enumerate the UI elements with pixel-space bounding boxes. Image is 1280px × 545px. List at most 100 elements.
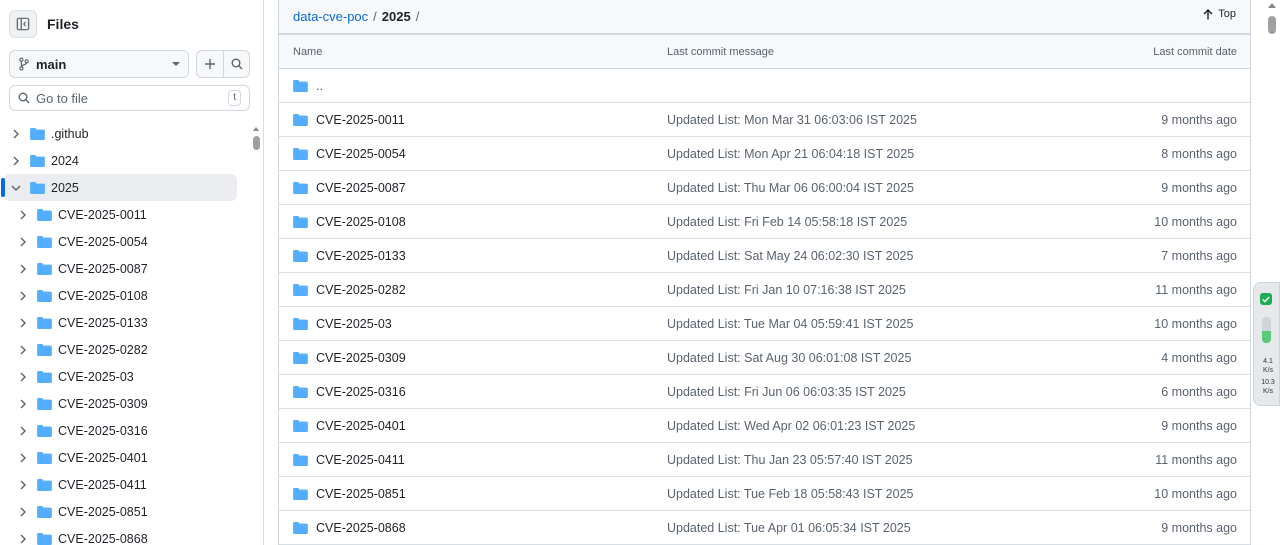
- tree-item[interactable]: CVE-2025-0133: [0, 309, 250, 336]
- name-cell: CVE-2025-0108: [279, 215, 667, 229]
- folder-link[interactable]: CVE-2025-0133: [316, 249, 406, 263]
- tree-toggle[interactable]: [17, 317, 29, 329]
- folder-icon: [37, 532, 52, 545]
- tree-item[interactable]: CVE-2025-0401: [0, 444, 250, 471]
- folder-icon: [37, 208, 52, 221]
- tree-item[interactable]: 2025: [1, 174, 237, 201]
- table-row[interactable]: CVE-2025-0309 Updated List: Sat Aug 30 06…: [279, 341, 1250, 375]
- tree-toggle[interactable]: [17, 425, 29, 437]
- sidebar-scrollbar-thumb[interactable]: [252, 136, 260, 150]
- commit-message-link[interactable]: Updated List: Tue Apr 01 06:05:34 IST 20…: [667, 521, 1087, 535]
- tree-item[interactable]: CVE-2025-0282: [0, 336, 250, 363]
- tree-item[interactable]: CVE-2025-03: [0, 363, 250, 390]
- commit-message-link[interactable]: Updated List: Mon Apr 21 06:04:18 IST 20…: [667, 147, 1087, 161]
- parent-directory-link[interactable]: ..: [316, 79, 323, 93]
- folder-link[interactable]: CVE-2025-0316: [316, 385, 406, 399]
- folder-link[interactable]: CVE-2025-0087: [316, 181, 406, 195]
- table-row[interactable]: CVE-2025-0054 Updated List: Mon Apr 21 06…: [279, 137, 1250, 171]
- tree-item[interactable]: CVE-2025-0851: [0, 498, 250, 525]
- table-row[interactable]: CVE-2025-03 Updated List: Tue Mar 04 05:5…: [279, 307, 1250, 341]
- commit-message-link[interactable]: Updated List: Fri Feb 14 05:58:18 IST 20…: [667, 215, 1087, 229]
- page-scrollbar[interactable]: [1264, 0, 1280, 545]
- commit-message-link[interactable]: Updated List: Thu Mar 06 06:00:04 IST 20…: [667, 181, 1087, 195]
- folder-link[interactable]: CVE-2025-0309: [316, 351, 406, 365]
- table-row[interactable]: CVE-2025-0087 Updated List: Thu Mar 06 06…: [279, 171, 1250, 205]
- table-row[interactable]: CVE-2025-0316 Updated List: Fri Jun 06 06…: [279, 375, 1250, 409]
- branch-selector-button[interactable]: main: [9, 50, 190, 78]
- collapse-sidebar-button[interactable]: [9, 10, 37, 38]
- table-row[interactable]: CVE-2025-0133 Updated List: Sat May 24 06…: [279, 239, 1250, 273]
- tree-toggle[interactable]: [17, 236, 29, 248]
- scroll-up-arrow-icon[interactable]: [1268, 3, 1276, 8]
- folder-link[interactable]: CVE-2025-0282: [316, 283, 406, 297]
- tree-toggle[interactable]: [10, 155, 22, 167]
- commit-message-link[interactable]: Updated List: Fri Jun 06 06:03:35 IST 20…: [667, 385, 1087, 399]
- table-row[interactable]: CVE-2025-0011 Updated List: Mon Mar 31 06…: [279, 103, 1250, 137]
- folder-link[interactable]: CVE-2025-0108: [316, 215, 406, 229]
- tree-toggle[interactable]: [17, 479, 29, 491]
- tree-toggle[interactable]: [17, 398, 29, 410]
- tree-toggle[interactable]: [17, 344, 29, 356]
- tree-toggle[interactable]: [17, 452, 29, 464]
- sidebar-toggle-icon: [16, 17, 30, 31]
- tree-item-label: CVE-2025-0868: [58, 531, 148, 545]
- search-files-button[interactable]: [223, 51, 249, 77]
- network-speed-widget[interactable]: 4.1 K/s 10.3 K/s: [1253, 282, 1280, 406]
- table-row[interactable]: CVE-2025-0851 Updated List: Tue Feb 18 05…: [279, 477, 1250, 511]
- tree-item[interactable]: CVE-2025-0087: [0, 255, 250, 282]
- commit-message-link[interactable]: Updated List: Sat May 24 06:02:30 IST 20…: [667, 249, 1087, 263]
- sidebar-scrollbar[interactable]: [252, 125, 260, 545]
- tree-item[interactable]: CVE-2025-0108: [0, 282, 250, 309]
- add-file-button[interactable]: [197, 51, 223, 77]
- breadcrumb-repo-link[interactable]: data-cve-poc: [293, 9, 368, 24]
- tree-item-label: .github: [51, 126, 89, 141]
- tree-toggle[interactable]: [17, 290, 29, 302]
- folder-link[interactable]: CVE-2025-0868: [316, 521, 406, 535]
- commit-message-link[interactable]: Updated List: Tue Mar 04 05:59:41 IST 20…: [667, 317, 1087, 331]
- table-rows: CVE-2025-0011 Updated List: Mon Mar 31 06…: [279, 103, 1250, 545]
- scroll-up-arrow-icon[interactable]: [253, 127, 259, 131]
- tree-item[interactable]: CVE-2025-0309: [0, 390, 250, 417]
- tree-item[interactable]: CVE-2025-0316: [0, 417, 250, 444]
- folder-link[interactable]: CVE-2025-0411: [316, 453, 405, 467]
- tree-toggle[interactable]: [17, 209, 29, 221]
- tree-toggle[interactable]: [17, 533, 29, 545]
- tree-toggle[interactable]: [10, 182, 22, 194]
- page-scrollbar-thumb[interactable]: [1268, 16, 1276, 34]
- table-row[interactable]: CVE-2025-0868 Updated List: Tue Apr 01 06…: [279, 511, 1250, 545]
- commit-message-link[interactable]: Updated List: Thu Jan 23 05:57:40 IST 20…: [667, 453, 1087, 467]
- tree-toggle[interactable]: [17, 506, 29, 518]
- name-cell: CVE-2025-0401: [279, 419, 667, 433]
- table-row[interactable]: CVE-2025-0411 Updated List: Thu Jan 23 05…: [279, 443, 1250, 477]
- chevron-right-icon: [13, 156, 19, 165]
- table-row[interactable]: CVE-2025-0282 Updated List: Fri Jan 10 07…: [279, 273, 1250, 307]
- back-to-top-button[interactable]: Top: [1203, 8, 1236, 20]
- commit-message-link[interactable]: Updated List: Wed Apr 02 06:01:23 IST 20…: [667, 419, 1087, 433]
- commit-message-link[interactable]: Updated List: Fri Jan 10 07:16:38 IST 20…: [667, 283, 1087, 297]
- folder-icon: [37, 316, 52, 329]
- folder-link[interactable]: CVE-2025-03: [316, 317, 392, 331]
- commit-message-link[interactable]: Updated List: Sat Aug 30 06:01:08 IST 20…: [667, 351, 1087, 365]
- parent-directory-row[interactable]: ..: [279, 69, 1250, 103]
- chevron-right-icon: [20, 426, 26, 435]
- tree-item[interactable]: CVE-2025-0011: [0, 201, 250, 228]
- folder-link[interactable]: CVE-2025-0011: [316, 113, 405, 127]
- tree-item[interactable]: 2024: [0, 147, 250, 174]
- tree-item[interactable]: CVE-2025-0868: [0, 525, 250, 545]
- go-to-file-input[interactable]: [36, 90, 229, 106]
- tree-item[interactable]: CVE-2025-0054: [0, 228, 250, 255]
- tree-toggle[interactable]: [17, 263, 29, 275]
- folder-link[interactable]: CVE-2025-0054: [316, 147, 406, 161]
- tree-item[interactable]: CVE-2025-0411: [0, 471, 250, 498]
- tree-toggle[interactable]: [10, 128, 22, 140]
- commit-message-link[interactable]: Updated List: Tue Feb 18 05:58:43 IST 20…: [667, 487, 1087, 501]
- table-row[interactable]: CVE-2025-0401 Updated List: Wed Apr 02 06…: [279, 409, 1250, 443]
- folder-link[interactable]: CVE-2025-0401: [316, 419, 406, 433]
- folder-link[interactable]: CVE-2025-0851: [316, 487, 406, 501]
- tree-item[interactable]: .github: [0, 120, 250, 147]
- table-row[interactable]: CVE-2025-0108 Updated List: Fri Feb 14 05…: [279, 205, 1250, 239]
- commit-message-link[interactable]: Updated List: Mon Mar 31 06:03:06 IST 20…: [667, 113, 1087, 127]
- tree-toggle[interactable]: [17, 371, 29, 383]
- go-to-file-field[interactable]: t: [9, 85, 250, 111]
- download-speed-value: 10.3: [1261, 379, 1275, 386]
